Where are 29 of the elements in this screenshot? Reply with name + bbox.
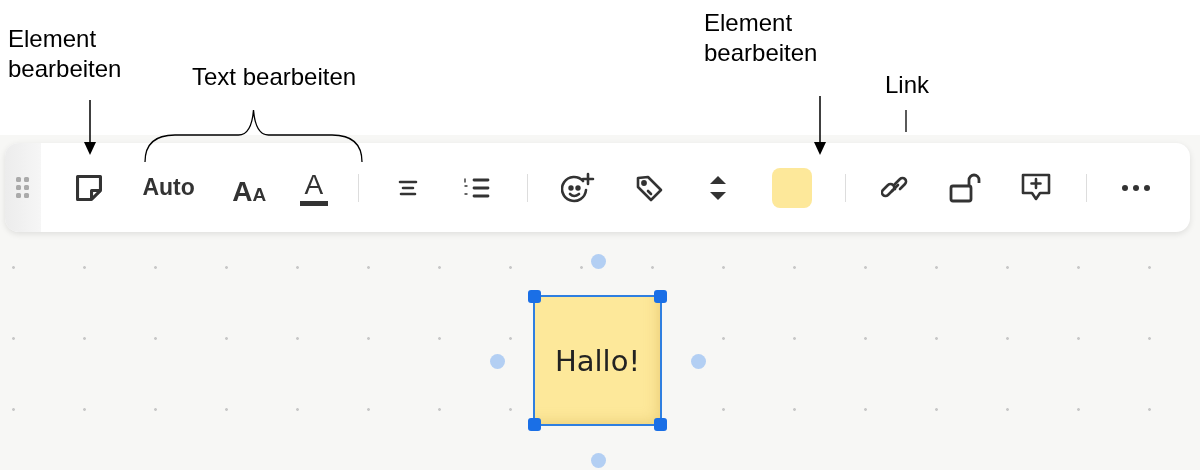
connection-handle[interactable] [691, 354, 706, 369]
more-icon [1120, 183, 1151, 192]
resize-handle[interactable] [654, 290, 667, 303]
connection-handle[interactable] [591, 254, 606, 269]
annotation-label: Text bearbeiten [192, 62, 358, 92]
tag-icon [634, 173, 663, 202]
connection-handle[interactable] [490, 354, 505, 369]
annotation-line [905, 109, 907, 133]
note-text: Hallo! [554, 343, 641, 378]
annotation-arrow [84, 99, 96, 155]
align-center-icon [398, 179, 419, 196]
text-color-button[interactable]: A [299, 169, 329, 206]
resize-handle[interactable] [528, 418, 541, 431]
annotation-arrow [814, 95, 826, 155]
resize-handle[interactable] [654, 418, 667, 431]
annotation-label: Element bearbeiten [704, 8, 819, 68]
connection-handle[interactable] [591, 453, 606, 468]
unlocked-lock-icon [948, 171, 983, 204]
resize-handle[interactable] [528, 290, 541, 303]
annotation-label: Element bearbeiten [8, 24, 123, 84]
drag-handle[interactable] [5, 143, 41, 232]
auto-button[interactable]: Auto [138, 165, 199, 210]
up-down-icon [709, 173, 728, 202]
font-size-button[interactable]: AA [228, 165, 271, 210]
numbered-list-icon [463, 176, 492, 199]
sticky-note[interactable]: Hallo! [535, 297, 660, 424]
add-emoji-icon [561, 171, 596, 204]
sticky-note-icon [75, 173, 103, 202]
annotation-label: Link [885, 70, 931, 100]
